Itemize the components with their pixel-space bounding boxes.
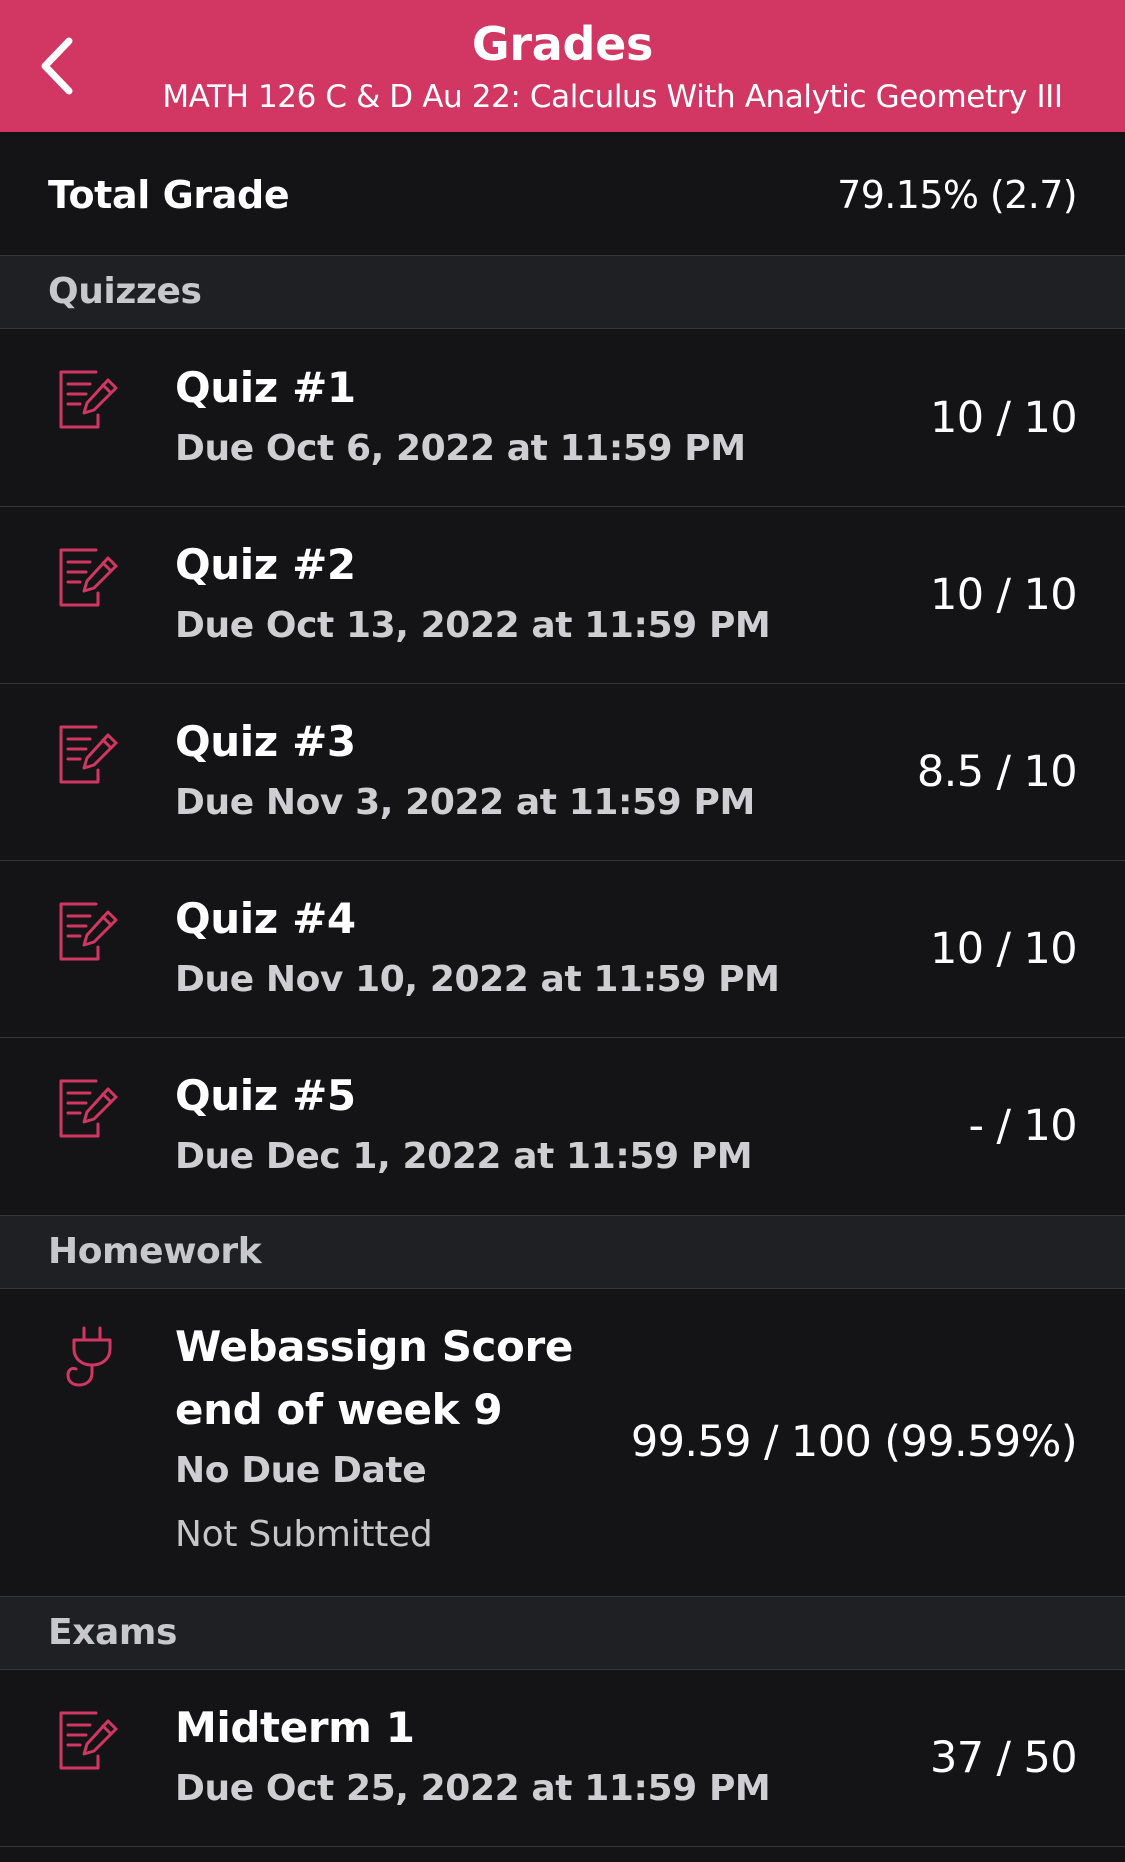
grade-row-webassign[interactable]: Webassign Score end of week 9 No Due Dat… (0, 1289, 1125, 1597)
section-header-exams: Exams (0, 1597, 1125, 1670)
app-header: Grades MATH 126 C & D Au 22: Calculus Wi… (0, 0, 1125, 132)
section-label: Quizzes (48, 271, 202, 312)
item-due-date: Due Nov 3, 2022 at 11:59 PM (175, 782, 755, 823)
total-grade-row: Total Grade 79.15% (2.7) (0, 132, 1125, 256)
item-score: 37 / 50 (929, 1733, 1078, 1783)
item-due-date: Due Oct 13, 2022 at 11:59 PM (175, 605, 771, 646)
assignment-edit-icon (59, 1711, 118, 1770)
item-score: 10 / 10 (929, 393, 1078, 443)
item-due-date: Due Oct 25, 2022 at 11:59 PM (175, 1768, 771, 1809)
item-title-line1: Webassign Score (175, 1322, 573, 1371)
grade-row-midterm-1[interactable]: Midterm 1 Due Oct 25, 2022 at 11:59 PM 3… (0, 1670, 1125, 1847)
course-subtitle: MATH 126 C & D Au 22: Calculus With Anal… (162, 79, 1063, 115)
item-due-date: No Due Date (175, 1450, 427, 1491)
assignment-edit-icon (59, 1079, 118, 1138)
grade-row-quiz-2[interactable]: Quiz #2 Due Oct 13, 2022 at 11:59 PM 10 … (0, 507, 1125, 684)
item-score: 8.5 / 10 (916, 747, 1078, 797)
item-due-date: Due Oct 6, 2022 at 11:59 PM (175, 428, 746, 469)
item-title-line2: end of week 9 (175, 1385, 503, 1434)
item-title: Quiz #2 (175, 540, 356, 589)
page-title: Grades (471, 17, 654, 71)
item-title: Quiz #4 (175, 894, 356, 943)
section-label: Exams (48, 1612, 178, 1653)
item-score: - / 10 (968, 1101, 1078, 1151)
grade-row-quiz-4[interactable]: Quiz #4 Due Nov 10, 2022 at 11:59 PM 10 … (0, 861, 1125, 1038)
item-score: 10 / 10 (929, 924, 1078, 974)
item-title: Quiz #5 (175, 1071, 356, 1120)
item-submission-status: Not Submitted (175, 1514, 433, 1555)
assignment-edit-icon (59, 902, 118, 961)
item-title: Midterm 1 (175, 1703, 415, 1752)
total-grade-value: 79.15% (2.7) (837, 173, 1077, 217)
item-due-date: Due Dec 1, 2022 at 11:59 PM (175, 1136, 753, 1177)
section-header-homework: Homework (0, 1216, 1125, 1289)
assignment-edit-icon (59, 725, 118, 784)
section-label: Homework (48, 1231, 262, 1272)
item-title: Quiz #1 (175, 363, 356, 412)
grade-row-quiz-1[interactable]: Quiz #1 Due Oct 6, 2022 at 11:59 PM 10 /… (0, 329, 1125, 507)
item-due-date: Due Nov 10, 2022 at 11:59 PM (175, 959, 780, 1000)
assignment-edit-icon (59, 548, 118, 607)
section-header-quizzes: Quizzes (0, 256, 1125, 329)
assignment-edit-icon (59, 370, 118, 429)
grade-row-quiz-5[interactable]: Quiz #5 Due Dec 1, 2022 at 11:59 PM - / … (0, 1038, 1125, 1216)
grade-row-quiz-3[interactable]: Quiz #3 Due Nov 3, 2022 at 11:59 PM 8.5 … (0, 684, 1125, 861)
total-grade-label: Total Grade (48, 173, 290, 217)
item-score: 99.59 / 100 (99.59%) (630, 1417, 1078, 1467)
item-title: Quiz #3 (175, 717, 356, 766)
plug-icon (66, 1326, 112, 1387)
item-score: 10 / 10 (929, 570, 1078, 620)
